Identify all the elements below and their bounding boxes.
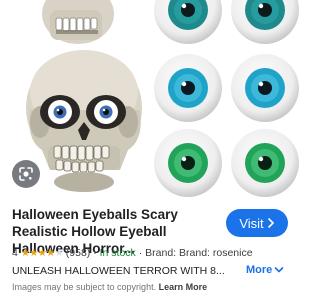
brand-text: Brand: Brand: rosenice [145, 247, 253, 259]
visit-button[interactable]: Visit [226, 209, 288, 237]
google-lens-icon [19, 167, 33, 181]
more-label: More [246, 264, 273, 276]
more-button[interactable]: More [246, 263, 284, 277]
stock-status: In stock [99, 247, 136, 259]
rating-value: 4 [12, 247, 18, 259]
rating-stars: ★★★★★ [20, 247, 64, 259]
rating-count: (958) [65, 247, 91, 259]
product-images[interactable] [0, 0, 300, 200]
chevron-down-icon [274, 267, 284, 273]
copyright-text: Images may be subject to copyright. [12, 282, 157, 292]
visit-button-label: Visit [239, 215, 264, 231]
product-description: UNLEASH HALLOWEEN TERROR WITH 8... [12, 265, 225, 277]
google-lens-button[interactable] [12, 160, 40, 188]
chevron-right-icon [267, 218, 274, 228]
eyeballs-image[interactable] [152, 0, 300, 200]
eyeballs-illustration [154, 0, 299, 197]
product-meta: 4 ★★★★★ (958) · In stock · Brand: Brand:… [12, 246, 297, 260]
learn-more-link[interactable]: Learn More [159, 282, 208, 292]
copyright-notice: Images may be subject to copyright. Lear… [12, 281, 207, 293]
